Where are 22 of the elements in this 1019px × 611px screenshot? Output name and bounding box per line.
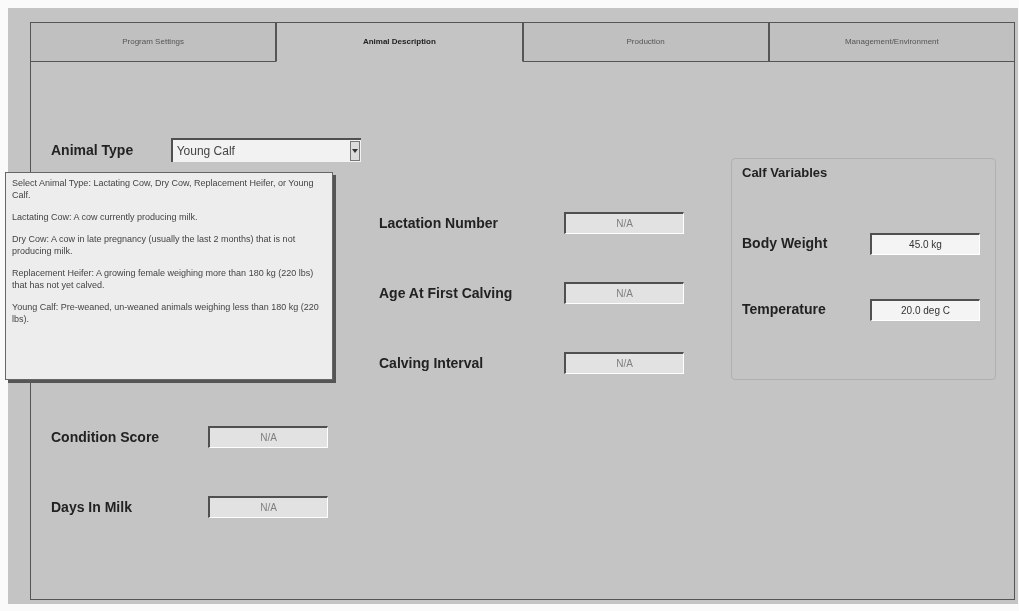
tab[interactable]: Production <box>522 22 769 62</box>
text-field[interactable]: 45.0 kg <box>870 232 980 255</box>
caret-icon <box>350 141 360 161</box>
tooltip-text: Lactating Cow: A cow currently producing milk. <box>12 211 199 223</box>
tab[interactable]: Management/Environment <box>768 22 1015 62</box>
field-label: Animal Type <box>51 140 135 160</box>
field-label: Condition Score <box>51 427 161 447</box>
tab[interactable]: Program Settings <box>30 22 277 62</box>
text-field[interactable]: 20.0 deg C <box>870 298 980 321</box>
tooltip-text: Replacement Heifer: A growing female weighing more than 180 kg (220 lbs) that has not yet calved. <box>12 267 315 291</box>
dropdown[interactable]: Young Calf <box>170 138 361 162</box>
tooltip-text: Young Calf: Pre-weaned, un-weaned animals weighing less than 180 kg (220 lbs). <box>12 301 320 325</box>
field-label: Body Weight <box>742 234 829 253</box>
group-title: Calf Variables <box>742 164 829 182</box>
field-label: Temperature <box>742 300 827 319</box>
field-label: Lactation Number <box>379 213 499 233</box>
tab[interactable]: Animal Description <box>276 22 523 62</box>
field-label: Age At First Calving <box>379 283 514 303</box>
tooltip-text: Dry Cow: A cow in late pregnancy (usually the last 2 months) that is not producing milk. <box>12 233 297 257</box>
field-label: Calving Interval <box>379 353 485 373</box>
tooltip-text: Select Animal Type: Lactating Cow, Dry Cow, Replacement Heifer, or Young Calf. <box>12 177 315 201</box>
field-label: Days In Milk <box>51 497 133 517</box>
